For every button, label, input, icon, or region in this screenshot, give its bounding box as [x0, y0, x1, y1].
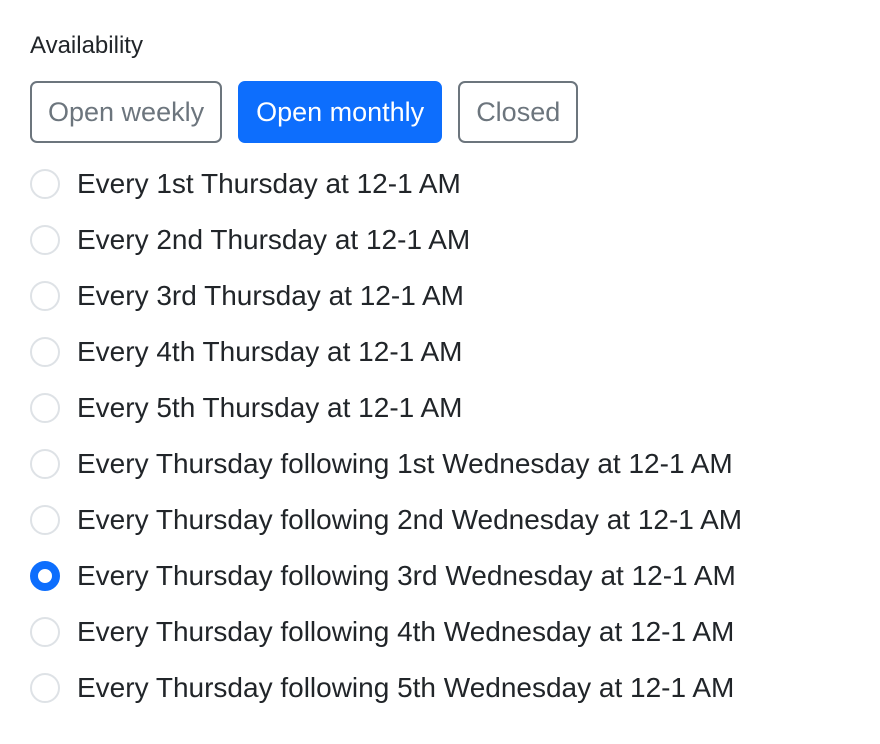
schedule-option-label: Every 2nd Thursday at 12-1 AM [77, 224, 471, 255]
schedule-option-label: Every 4th Thursday at 12-1 AM [77, 336, 463, 367]
schedule-option-label: Every Thursday following 2nd Wednesday a… [77, 504, 743, 535]
radio-button[interactable] [30, 337, 60, 367]
radio-button[interactable] [30, 393, 60, 423]
schedule-option-label: Every Thursday following 1st Wednesday a… [77, 448, 733, 479]
radio-button[interactable] [30, 617, 60, 647]
open-monthly-button[interactable]: Open monthly [238, 81, 443, 143]
schedule-option[interactable]: Every 2nd Thursday at 12-1 AM [30, 212, 742, 268]
open-weekly-button[interactable]: Open weekly [30, 81, 223, 143]
radio-button[interactable] [30, 505, 60, 535]
schedule-option-label: Every Thursday following 5th Wednesday a… [77, 672, 735, 703]
schedule-option-selected[interactable]: Every Thursday following 3rd Wednesday a… [30, 548, 742, 604]
radio-button[interactable] [30, 449, 60, 479]
schedule-option-label: Every Thursday following 4th Wednesday a… [77, 616, 735, 647]
schedule-option[interactable]: Every 1st Thursday at 12-1 AM [30, 156, 742, 212]
radio-button[interactable] [30, 673, 60, 703]
schedule-radio-list: Every 1st Thursday at 12-1 AM Every 2nd … [30, 156, 742, 716]
closed-button[interactable]: Closed [458, 81, 579, 143]
schedule-option-label: Every Thursday following 3rd Wednesday a… [77, 560, 736, 591]
schedule-option[interactable]: Every Thursday following 1st Wednesday a… [30, 436, 742, 492]
schedule-option-label: Every 5th Thursday at 12-1 AM [77, 392, 463, 423]
radio-button-checked[interactable] [30, 561, 60, 591]
schedule-option-label: Every 3rd Thursday at 12-1 AM [77, 280, 464, 311]
schedule-option-label: Every 1st Thursday at 12-1 AM [77, 168, 461, 199]
schedule-option[interactable]: Every 5th Thursday at 12-1 AM [30, 380, 742, 436]
availability-toggle-group: Open weekly Open monthly Closed [30, 81, 579, 143]
schedule-option[interactable]: Every 4th Thursday at 12-1 AM [30, 324, 742, 380]
schedule-option[interactable]: Every Thursday following 4th Wednesday a… [30, 604, 742, 660]
schedule-option[interactable]: Every 3rd Thursday at 12-1 AM [30, 268, 742, 324]
schedule-option[interactable]: Every Thursday following 2nd Wednesday a… [30, 492, 742, 548]
radio-button[interactable] [30, 225, 60, 255]
radio-button[interactable] [30, 281, 60, 311]
radio-button[interactable] [30, 169, 60, 199]
schedule-option[interactable]: Every Thursday following 5th Wednesday a… [30, 660, 742, 716]
availability-label: Availability [30, 32, 143, 59]
